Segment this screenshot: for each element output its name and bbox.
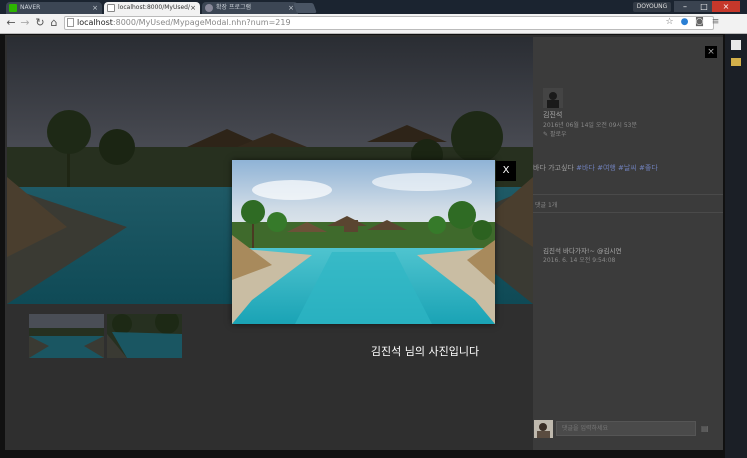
page-favicon-icon: [107, 4, 115, 12]
naver-favicon-icon: [9, 4, 17, 12]
tab-localhost[interactable]: localhost:8000/MyUsed/ ×: [104, 2, 200, 14]
puzzle-favicon-icon: [205, 4, 213, 12]
home-icon[interactable]: ⌂: [48, 16, 60, 30]
panel-close-icon[interactable]: ×: [705, 46, 717, 58]
post-detail-panel: 김진석 2016년 06월 14일 오전 09시 53분 ✎ 팔로우 바다 가고…: [533, 37, 723, 450]
address-bar[interactable]: localhost:8000/MyUsed/MypageModal.nhn?nu…: [64, 16, 714, 30]
tab-naver[interactable]: NAVER ×: [6, 2, 102, 14]
modal-close-button[interactable]: X: [496, 161, 516, 181]
send-comment-icon[interactable]: ▤: [701, 424, 711, 434]
divider: [533, 194, 723, 195]
photo-modal: [232, 160, 495, 324]
comment-count: 댓글 1개: [535, 202, 558, 209]
camera-icon[interactable]: ◙: [694, 17, 705, 28]
reload-icon[interactable]: ↻: [34, 16, 46, 30]
comment-text: 김진석 바다가자!~ @김시연: [543, 247, 622, 255]
desktop-folder-icon[interactable]: [731, 58, 741, 66]
desktop-background: [725, 34, 747, 458]
new-tab-button[interactable]: [293, 3, 317, 13]
author-name[interactable]: 김진석: [543, 110, 562, 120]
post-hashtags[interactable]: #바다 #여행 #날씨 #좋다: [576, 164, 658, 172]
desktop-file-icon[interactable]: [731, 40, 741, 50]
follow-link[interactable]: ✎ 팔로우: [543, 129, 567, 138]
post-date: 2016년 06월 14일 오전 09시 53분: [543, 122, 637, 129]
extension-blue-icon[interactable]: ●: [679, 17, 690, 28]
author-avatar: [543, 88, 563, 108]
comment-input[interactable]: 댓글을 입력하세요: [556, 421, 696, 436]
bookmark-star-icon[interactable]: ☆: [664, 17, 675, 28]
commenter-avatar: [534, 420, 553, 438]
thumbnail-2[interactable]: [107, 314, 182, 358]
tab-extensions[interactable]: 확장 프로그램 ×: [202, 2, 298, 14]
divider: [533, 212, 723, 213]
close-window-icon[interactable]: ×: [712, 1, 740, 12]
post-body: 바다 가고싶다 #바다 #여행 #날씨 #좋다: [533, 164, 658, 172]
back-arrow-icon[interactable]: ←: [5, 16, 17, 30]
thumbnail-1[interactable]: [29, 314, 104, 358]
profile-button[interactable]: DOYOUNG: [633, 2, 671, 12]
page-info-icon[interactable]: [67, 18, 74, 27]
tab-close-icon[interactable]: ×: [190, 2, 196, 14]
comment-date: 2016. 6. 14 오전 9:54:08: [543, 257, 616, 264]
menu-icon[interactable]: ≡: [710, 17, 721, 28]
follow-icon: ✎: [543, 131, 549, 138]
minimize-icon[interactable]: –: [674, 1, 696, 12]
forward-arrow-icon[interactable]: →: [19, 16, 31, 30]
tab-close-icon[interactable]: ×: [92, 2, 98, 14]
maximize-icon[interactable]: □: [696, 1, 712, 12]
photo-caption: 김진석 님의 사진입니다: [370, 345, 480, 358]
